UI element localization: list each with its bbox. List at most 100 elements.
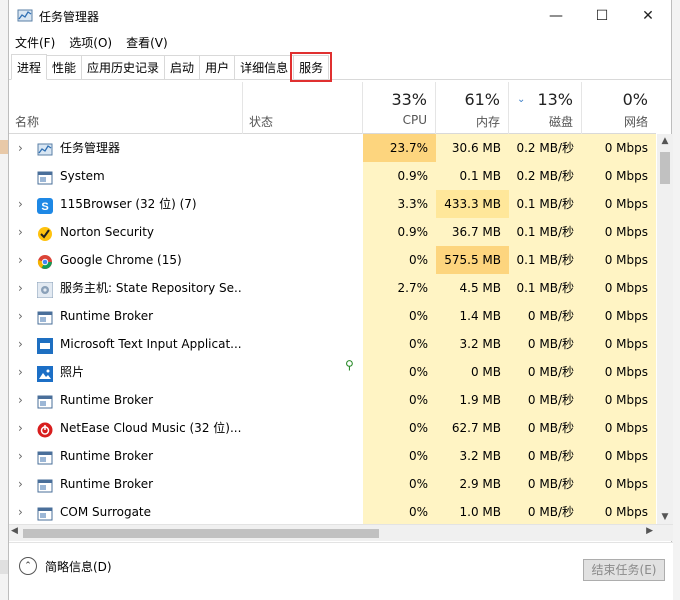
tab-processes[interactable]: 进程 [11,54,48,80]
memory-cell: 3.2 MB [436,330,509,358]
vertical-scrollbar[interactable]: ▲ ▼ [657,134,673,524]
memory-cell: 3.2 MB [436,442,509,470]
chevron-right-icon[interactable]: › [18,470,28,498]
scroll-up-icon[interactable]: ▲ [657,136,673,146]
process-row[interactable]: › Norton Security 0.9% 36.7 MB 0.1 MB/秒 0 Mbp… [9,218,656,246]
process-name: Microsoft Text Input Applicat... [60,337,242,351]
memory-cell: 62.7 MB [436,414,509,442]
process-row[interactable]: › 任务管理器 23.7% 30.6 MB 0.2 MB/秒 0 Mbps [9,134,656,162]
memory-cell: 0.1 MB [436,162,509,190]
fewer-details-label: 简略信息(D) [45,559,112,574]
cpu-cell: 0.9% [363,162,436,190]
tab-startup[interactable]: 启动 [164,55,201,79]
chevron-right-icon[interactable]: › [18,134,28,162]
process-row[interactable]: › 服务主机: State Repository Se... 2.7% 4.5 MB 0… [9,274,656,302]
text-input-icon [37,336,53,354]
disk-cell: 0.2 MB/秒 [509,134,582,162]
memory-cell: 433.3 MB [436,190,509,218]
column-network[interactable]: 0% 网络 [582,82,656,134]
process-row[interactable]: › Runtime Broker 0% 1.9 MB 0 MB/秒 0 Mbps [9,386,656,414]
minimize-button[interactable]: — [533,0,579,32]
tab-services[interactable]: 服务 [290,52,333,82]
process-row[interactable]: › COM Surrogate 0% 1.0 MB 0 MB/秒 0 Mbps [9,498,656,524]
network-cell: 0 Mbps [582,470,656,498]
network-cell: 0 Mbps [582,162,656,190]
cpu-cell: 2.7% [363,274,436,302]
cpu-cell: 0% [363,414,436,442]
column-network-label: 网络 [623,115,648,129]
close-button[interactable]: ✕ [625,0,671,32]
process-name: System [60,169,105,183]
chevron-right-icon[interactable]: › [18,414,28,442]
cpu-cell: 0% [363,302,436,330]
column-name[interactable]: 名称 [9,82,243,134]
process-name: Runtime Broker [60,309,154,323]
network-cell: 0 Mbps [582,414,656,442]
process-row[interactable]: › S 115Browser (32 位) (7) 3.3% 433.3 MB 0.1 M… [9,190,656,218]
memory-cell: 1.4 MB [436,302,509,330]
process-name: Google Chrome (15) [60,253,182,267]
horizontal-scrollbar[interactable]: ◀ ▶ [9,524,673,541]
process-name-cell: › Microsoft Text Input Applicat... [9,330,243,358]
end-task-button[interactable]: 结束任务(E) [583,559,665,581]
gear-icon [36,280,54,299]
tab-users[interactable]: 用户 [199,55,236,79]
chevron-right-icon[interactable]: › [18,302,28,330]
process-name-cell: › Runtime Broker [9,470,243,498]
chevron-right-icon[interactable]: › [18,358,28,386]
process-name-cell: › Google Chrome (15) [9,246,243,274]
column-memory[interactable]: 61% 内存 [436,82,509,134]
background-app-strip-right [672,0,680,600]
chevron-right-icon[interactable]: › [18,274,28,302]
chevron-right-icon[interactable]: › [18,498,28,524]
chevron-right-icon[interactable]: › [18,386,28,414]
horizontal-scroll-thumb[interactable] [23,529,379,538]
process-row[interactable]: › Microsoft Text Input Applicat... 0% 3.2 M… [9,330,656,358]
scroll-right-icon[interactable]: ▶ [646,526,653,536]
chevron-right-icon[interactable]: › [18,190,28,218]
disk-cell: 0.1 MB/秒 [509,218,582,246]
svg-text:S: S [41,201,48,213]
scroll-down-icon[interactable]: ▼ [657,512,673,522]
process-row[interactable]: System 0.9% 0.1 MB 0.2 MB/秒 0 Mbps [9,162,656,190]
task-manager-app-icon [17,8,33,24]
process-name-cell: › Runtime Broker [9,442,243,470]
chevron-right-icon[interactable]: › [18,218,28,246]
task-manager-window: 任务管理器 — ☐ ✕ 文件(F) 选项(O) 查看(V) 进程 性能 应用历史… [8,0,673,600]
tab-details[interactable]: 详细信息 [234,55,295,79]
maximize-button[interactable]: ☐ [579,0,625,32]
disk-total: 13% [537,90,573,109]
process-row[interactable]: › Google Chrome (15) 0% 575.5 MB 0.1 MB/秒 0 M… [9,246,656,274]
column-status[interactable]: 状态 [243,82,363,134]
chevron-right-icon[interactable]: › [18,330,28,358]
menu-options[interactable]: 选项(O) [69,34,112,51]
process-row[interactable]: › Runtime Broker 0% 1.4 MB 0 MB/秒 0 Mbps [9,302,656,330]
vertical-scroll-thumb[interactable] [660,152,670,184]
column-disk[interactable]: ⌄ 13% 磁盘 [509,82,582,134]
process-name-cell: › Runtime Broker [9,386,243,414]
menu-view[interactable]: 查看(V) [126,34,168,51]
tab-app-history[interactable]: 应用历史记录 [81,55,166,79]
scroll-left-icon[interactable]: ◀ [11,526,18,536]
netease-icon [37,420,53,438]
menu-file[interactable]: 文件(F) [15,34,55,51]
column-name-label: 名称 [15,115,40,129]
cpu-total: 33% [391,90,427,109]
process-row[interactable]: › Runtime Broker 0% 3.2 MB 0 MB/秒 0 Mbps [9,442,656,470]
chevron-right-icon[interactable]: › [18,442,28,470]
column-cpu[interactable]: 33% CPU [363,82,436,134]
tab-performance[interactable]: 性能 [46,55,83,79]
network-cell: 0 Mbps [582,442,656,470]
memory-total: 61% [464,90,500,109]
column-disk-label: 磁盘 [548,115,573,129]
network-cell: 0 Mbps [582,190,656,218]
chevron-right-icon[interactable]: › [18,246,28,274]
process-row[interactable]: › 照片 ⚲ 0% 0 MB 0 MB/秒 0 Mbps [9,358,656,386]
fewer-details-toggle[interactable]: ⌃ 简略信息(D) [19,557,112,575]
process-row[interactable]: › Runtime Broker 0% 2.9 MB 0 MB/秒 0 Mbps [9,470,656,498]
process-name-cell: System [9,162,243,190]
network-cell: 0 Mbps [582,134,656,162]
process-row[interactable]: › NetEase Cloud Music (32 位)... 0% 62.7 MB 0… [9,414,656,442]
process-name-cell: › Norton Security [9,218,243,246]
cpu-cell: 3.3% [363,190,436,218]
